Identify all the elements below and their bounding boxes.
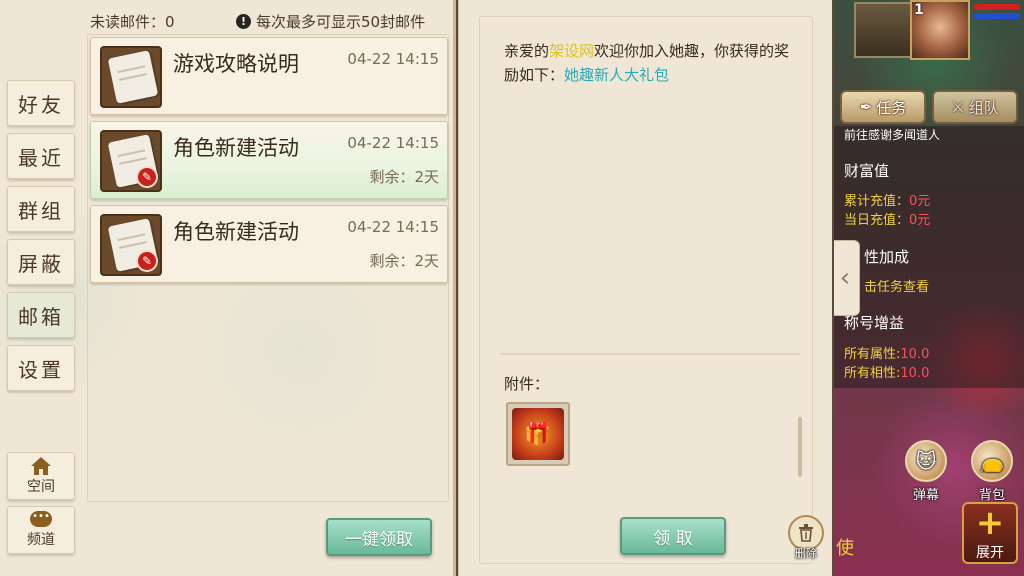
letter-icon: ✎: [100, 214, 162, 276]
player-name: 架设网: [549, 42, 595, 60]
expand-button[interactable]: + 展开: [962, 502, 1018, 564]
danmaku-label: 弹幕: [912, 488, 939, 503]
game-scene: 1 ✒ 任务 ⚔ 组队 前往感谢多闻道人 财富值 累计充值：0元 当日充值：0元…: [834, 0, 1024, 576]
map-frame[interactable]: [854, 2, 912, 58]
attachment-scrollbar[interactable]: [798, 417, 802, 477]
attachment-badge-icon: ✎: [136, 166, 158, 188]
daily-recharge: 当日充值：0元: [844, 209, 930, 228]
unread-count: 未读邮件：0: [90, 13, 175, 31]
tab-settings[interactable]: 设置: [7, 345, 75, 391]
mail-remaining: 剩余：2天: [369, 168, 439, 186]
letter-icon: [100, 46, 162, 108]
partial-hud-text: 使: [836, 538, 854, 559]
daily-recharge-value: 0元: [909, 213, 931, 228]
all-attr: 所有属性:10.0: [844, 343, 929, 362]
mail-body: 亲爱的架设网欢迎你加入她趣，你获得的奖励如下：她趣新人大礼包: [504, 39, 804, 87]
gift-box-icon: 🎁: [512, 408, 564, 460]
warning-icon: !: [236, 14, 251, 29]
tab-blocked[interactable]: 屏蔽: [7, 239, 75, 285]
mail-title: 游戏攻略说明: [173, 52, 299, 76]
expand-label: 展开: [976, 545, 1004, 561]
channel-button[interactable]: ••• 频道: [7, 506, 75, 554]
task-info-panel[interactable]: 前往感谢多闻道人 财富值 累计充值：0元 当日充值：0元 性加成 击任务查看 称…: [834, 126, 1024, 388]
all-attr-label: 所有属性:: [844, 347, 901, 362]
all-attr-value: 10.0: [900, 347, 930, 362]
delete-button[interactable]: 删除: [786, 515, 826, 561]
wealth-title: 财富值: [844, 162, 890, 180]
mail-remaining: 剩余：2天: [369, 252, 439, 270]
attachment-badge-icon: ✎: [136, 250, 158, 272]
bag-icon: 👝: [971, 440, 1013, 482]
bag-label: 背包: [978, 488, 1005, 503]
divider: [500, 353, 800, 355]
team-button[interactable]: ⚔ 组队: [932, 90, 1018, 124]
delete-label: 删除: [795, 547, 817, 560]
mp-bar: [974, 13, 1020, 19]
attr-bonus-title: 性加成: [864, 248, 910, 266]
cat-icon: 🐱: [905, 440, 947, 482]
attr-hint: 击任务查看: [864, 280, 930, 295]
mail-time: 04-22 14:15: [347, 50, 439, 68]
tab-mailbox[interactable]: 邮箱: [7, 292, 75, 338]
mailbox-panel: 未读邮件：0 ! 每次最多可显示50封邮件 好友 最近 群组 屏蔽 邮箱 设置 …: [0, 0, 456, 576]
letter-icon: ✎: [100, 130, 162, 192]
side-tab-list: 好友 最近 群组 屏蔽 邮箱 设置: [7, 80, 77, 398]
channel-label: 频道: [27, 532, 55, 548]
reward-name: 她趣新人大礼包: [564, 66, 670, 84]
team-label: 组队: [968, 98, 999, 117]
hp-mp-bars: [974, 4, 1020, 34]
quest-hint: 前往感谢多闻道人: [844, 128, 941, 142]
mail-time: 04-22 14:15: [347, 218, 439, 236]
all-phase-label: 所有相性:: [844, 366, 901, 381]
mail-title: 角色新建活动: [173, 136, 299, 160]
mail-detail-frame: 亲爱的架设网欢迎你加入她趣，你获得的奖励如下：她趣新人大礼包 附件： 🎁 领 取…: [479, 16, 824, 564]
all-phase-value: 10.0: [900, 366, 930, 381]
space-button[interactable]: 空间: [7, 452, 75, 500]
quill-icon: ✒: [859, 98, 873, 116]
space-label: 空间: [27, 479, 55, 495]
mail-list: 游戏攻略说明 04-22 14:15 ✎ 角色新建活动 04-22 14:15 …: [87, 34, 449, 502]
plus-icon: +: [975, 503, 1005, 543]
mail-title: 角色新建活动: [173, 220, 299, 244]
tab-recent[interactable]: 最近: [7, 133, 75, 179]
home-icon: [31, 457, 51, 475]
collapse-panel-button[interactable]: ‹: [834, 240, 860, 316]
tab-groups[interactable]: 群组: [7, 186, 75, 232]
mailbox-header: 未读邮件：0 ! 每次最多可显示50封邮件: [0, 0, 456, 32]
mail-item[interactable]: ✎ 角色新建活动 04-22 14:15 剩余：2天: [90, 205, 448, 283]
attachment-slot[interactable]: 🎁: [506, 402, 570, 466]
mail-detail-panel: 亲爱的架设网欢迎你加入她趣，你获得的奖励如下：她趣新人大礼包 附件： 🎁 领 取…: [458, 0, 832, 576]
claim-all-button[interactable]: 一键领取: [326, 518, 432, 556]
chevron-left-icon: ‹: [839, 263, 851, 293]
total-recharge-label: 累计充值：: [844, 194, 910, 209]
greeting-prefix: 亲爱的: [504, 42, 550, 60]
daily-recharge-label: 当日充值：: [844, 213, 910, 228]
all-phase: 所有相性:10.0: [844, 362, 929, 381]
player-level: 1: [914, 2, 924, 18]
task-button[interactable]: ✒ 任务: [840, 90, 926, 124]
team-icon: ⚔: [951, 98, 965, 116]
danmaku-button[interactable]: 🐱 弹幕: [898, 440, 954, 503]
tab-friends[interactable]: 好友: [7, 80, 75, 126]
chat-bubble-icon: •••: [30, 511, 52, 527]
bag-button[interactable]: 👝 背包: [964, 440, 1020, 503]
mail-limit-text: 每次最多可显示50封邮件: [256, 13, 426, 31]
mail-item-selected[interactable]: ✎ 角色新建活动 04-22 14:15 剩余：2天: [90, 121, 448, 199]
attachment-label: 附件：: [504, 375, 550, 393]
mail-time: 04-22 14:15: [347, 134, 439, 152]
total-recharge-value: 0元: [909, 194, 931, 209]
mail-item[interactable]: 游戏攻略说明 04-22 14:15: [90, 37, 448, 115]
claim-button[interactable]: 领 取: [620, 517, 726, 555]
total-recharge: 累计充值：0元: [844, 190, 930, 209]
task-label: 任务: [876, 98, 907, 117]
hp-bar: [974, 4, 1020, 10]
mail-limit-notice: ! 每次最多可显示50封邮件: [236, 11, 425, 32]
